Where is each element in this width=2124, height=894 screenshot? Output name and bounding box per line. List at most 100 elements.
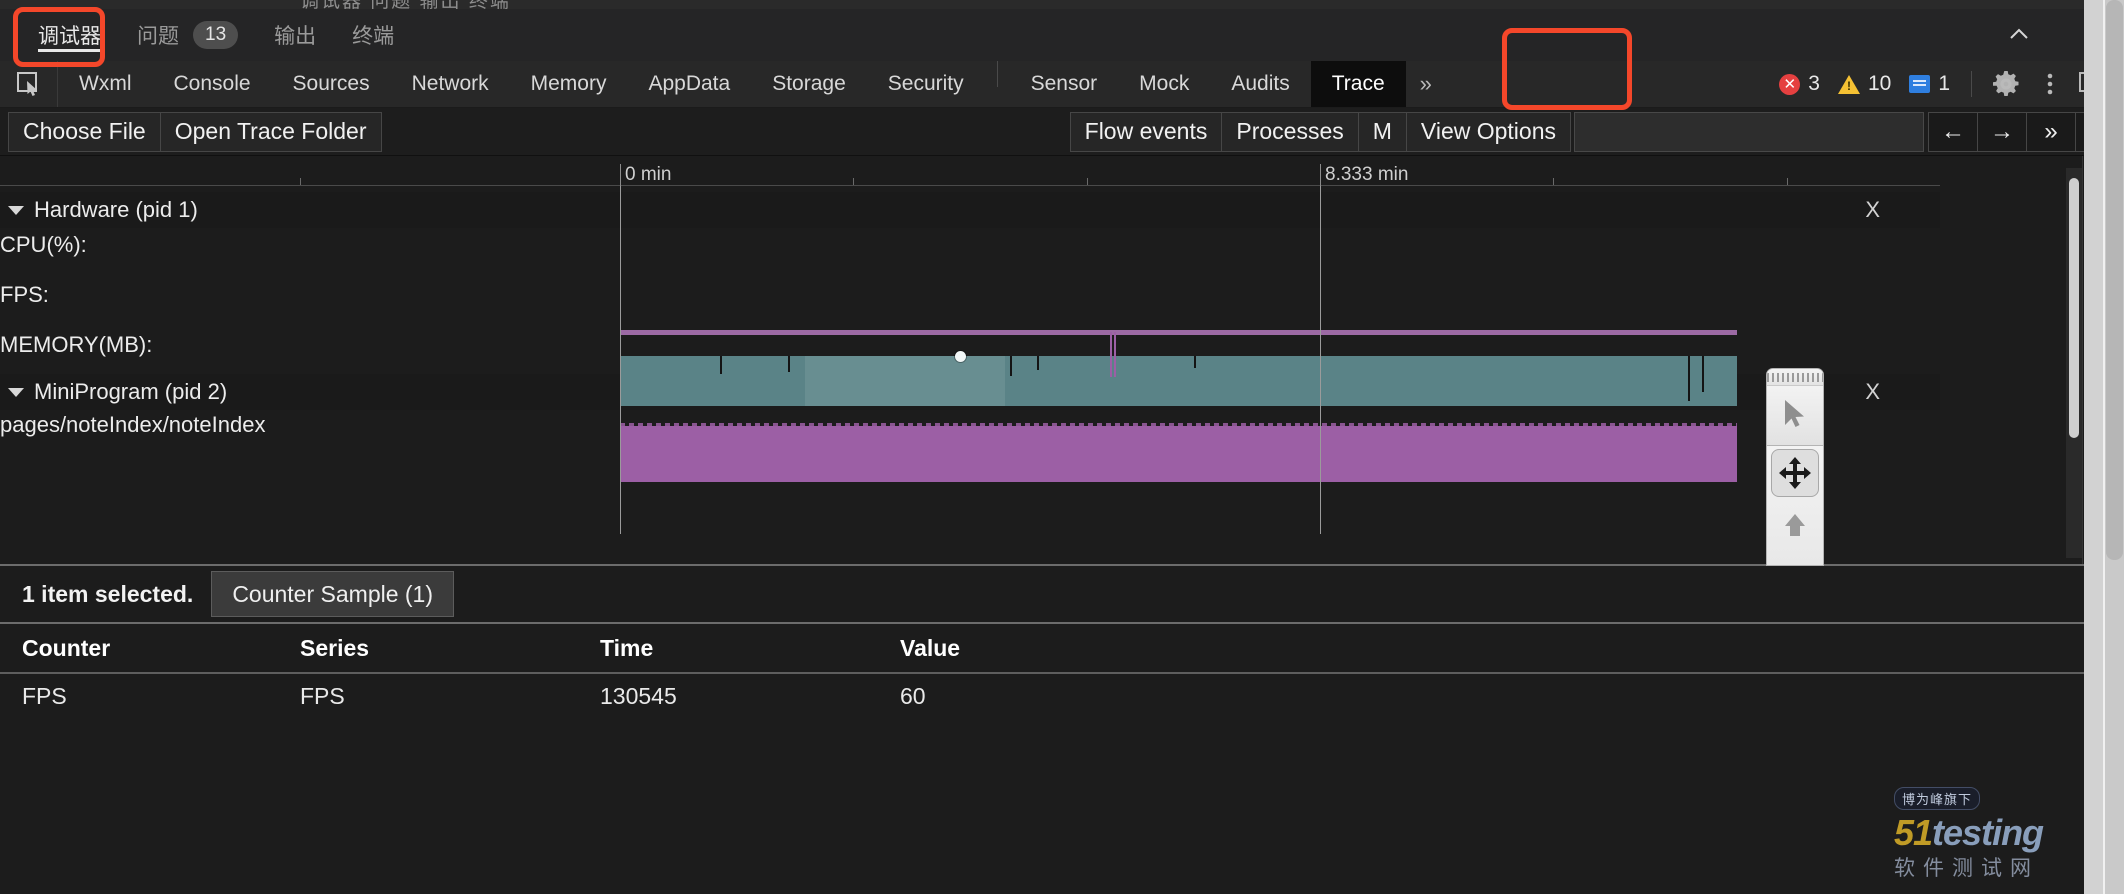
tab-security[interactable]: Security bbox=[867, 61, 985, 107]
fps-dropout-spike bbox=[1688, 356, 1690, 401]
trace-toolbar: Choose File Open Trace Folder Flow event… bbox=[0, 108, 2124, 156]
devtools-menu-button[interactable] bbox=[2028, 61, 2072, 108]
tool-palette-header[interactable] bbox=[1766, 368, 1824, 446]
tab-trace-label: Trace bbox=[1332, 72, 1385, 96]
details-header: 1 item selected. Counter Sample (1) bbox=[0, 566, 2084, 624]
inspect-element-button[interactable] bbox=[0, 61, 58, 107]
track-cpu-label: CPU(%): bbox=[0, 232, 87, 258]
tab-sources-label: Sources bbox=[293, 72, 370, 96]
tab-audits-label: Audits bbox=[1231, 72, 1289, 96]
fps-dropout-spike bbox=[1037, 356, 1039, 370]
warning-counter[interactable]: 10 bbox=[1829, 72, 1900, 96]
error-icon: ✕ bbox=[1779, 74, 1800, 95]
pan-tool-button[interactable] bbox=[1771, 449, 1819, 497]
status-divider bbox=[1971, 71, 1972, 97]
more-tabs-button[interactable]: » bbox=[1406, 61, 1446, 107]
zoom-tool-button[interactable] bbox=[1768, 497, 1822, 552]
scrollbar-track-outer[interactable] bbox=[2084, 0, 2103, 894]
column-header-counter: Counter bbox=[0, 635, 300, 662]
flow-events-button[interactable]: Flow events bbox=[1070, 112, 1223, 152]
tab-storage[interactable]: Storage bbox=[751, 61, 867, 107]
watermark-subtitle: 软件测试网 bbox=[1894, 852, 2076, 882]
tab-sensor[interactable]: Sensor bbox=[1010, 61, 1119, 107]
timeline-vertical-scrollbar[interactable] bbox=[2066, 168, 2082, 558]
ide-tab-output[interactable]: 输出 bbox=[256, 9, 334, 61]
search-next-button[interactable]: → bbox=[1977, 112, 2027, 152]
clipped-top-strip: 调试器 问题 输出 终端 bbox=[0, 0, 2124, 9]
tab-wxml[interactable]: Wxml bbox=[58, 61, 152, 107]
devtools-window: 调试器 问题 输出 终端 调试器 问题 13 输出 终端 bbox=[0, 0, 2124, 894]
search-prev-button[interactable]: ← bbox=[1928, 112, 1978, 152]
trace-search-input[interactable] bbox=[1574, 112, 1924, 152]
ide-tab-problems-badge: 13 bbox=[193, 21, 238, 49]
timeline-scroll-thumb[interactable] bbox=[2069, 178, 2079, 438]
tab-sources[interactable]: Sources bbox=[272, 61, 391, 107]
cpu-series-band bbox=[620, 330, 1737, 335]
column-header-time: Time bbox=[600, 635, 900, 662]
more-vertical-icon bbox=[2037, 71, 2063, 97]
tab-network-label: Network bbox=[412, 72, 489, 96]
track-group-hardware-title: Hardware (pid 1) bbox=[34, 197, 198, 223]
tabbar-divider bbox=[997, 61, 998, 87]
tab-mock[interactable]: Mock bbox=[1118, 61, 1210, 107]
tab-memory[interactable]: Memory bbox=[510, 61, 628, 107]
metrics-toggle-button[interactable]: M bbox=[1358, 112, 1407, 152]
trace-file-controls: Choose File Open Trace Folder bbox=[0, 112, 381, 152]
tab-console[interactable]: Console bbox=[152, 61, 271, 107]
fps-dropout-spike bbox=[720, 356, 722, 374]
tab-wxml-label: Wxml bbox=[79, 72, 131, 96]
tab-network[interactable]: Network bbox=[391, 61, 510, 107]
track-fps[interactable]: FPS: bbox=[0, 282, 1940, 308]
ide-tab-debugger[interactable]: 调试器 bbox=[20, 9, 119, 61]
move-arrows-icon bbox=[1777, 455, 1813, 491]
settings-button[interactable] bbox=[1984, 61, 2028, 108]
track-page-noteindex-label: pages/noteIndex/noteIndex bbox=[0, 412, 265, 438]
watermark-brand: 51testing bbox=[1894, 812, 2076, 854]
ruler-tick bbox=[1553, 178, 1554, 185]
tab-audits[interactable]: Audits bbox=[1210, 61, 1310, 107]
collapse-panel-button[interactable] bbox=[2004, 20, 2034, 50]
cell-counter: FPS bbox=[0, 683, 300, 710]
open-trace-folder-button[interactable]: Open Trace Folder bbox=[160, 112, 382, 152]
track-group-hardware-header[interactable]: Hardware (pid 1) bbox=[0, 197, 198, 223]
chevron-down-icon bbox=[8, 206, 24, 215]
tab-appdata[interactable]: AppData bbox=[627, 61, 751, 107]
tool-palette-drag-handle[interactable] bbox=[1767, 369, 1823, 386]
memory-series-band bbox=[620, 426, 1737, 482]
warning-icon bbox=[1838, 75, 1860, 94]
details-pane: 1 item selected. Counter Sample (1) Coun… bbox=[0, 564, 2084, 894]
chevron-up-icon bbox=[2006, 22, 2032, 48]
track-group-miniprogram-header[interactable]: MiniProgram (pid 2) bbox=[0, 379, 227, 405]
view-options-button[interactable]: View Options bbox=[1406, 112, 1571, 152]
track-cpu[interactable]: CPU(%): bbox=[0, 232, 1940, 258]
devtools-status-area: ✕ 3 10 1 bbox=[1770, 61, 2124, 107]
warning-count: 10 bbox=[1868, 72, 1891, 96]
details-table-header: Counter Series Time Value bbox=[0, 624, 2084, 674]
cell-series: FPS bbox=[300, 683, 600, 710]
fps-dropout-spike bbox=[1194, 356, 1196, 368]
error-counter[interactable]: ✕ 3 bbox=[1770, 72, 1829, 96]
track-group-hardware-close[interactable]: X bbox=[1865, 197, 1880, 223]
clipped-top-text: 调试器 问题 输出 终端 bbox=[300, 0, 511, 9]
details-tab-counter-sample[interactable]: Counter Sample (1) bbox=[211, 571, 454, 617]
cursor-arrow-icon bbox=[1779, 397, 1809, 431]
timeline-ruler[interactable]: 0 min 8.333 min bbox=[0, 164, 1940, 186]
tab-appdata-label: AppData bbox=[648, 72, 730, 96]
window-scrollbar[interactable] bbox=[2084, 0, 2124, 894]
info-counter[interactable]: 1 bbox=[1900, 72, 1959, 96]
up-arrow-icon bbox=[1780, 512, 1810, 538]
search-more-button[interactable]: » bbox=[2026, 112, 2076, 152]
track-group-hardware[interactable]: Hardware (pid 1) X bbox=[0, 192, 1940, 228]
ide-tab-terminal[interactable]: 终端 bbox=[334, 9, 412, 61]
processes-button[interactable]: Processes bbox=[1221, 112, 1358, 152]
scrollbar-thumb[interactable] bbox=[2106, 0, 2123, 560]
select-tool-button[interactable] bbox=[1767, 386, 1821, 441]
fps-dropout-spike bbox=[1702, 356, 1704, 392]
ide-tab-problems[interactable]: 问题 13 bbox=[119, 9, 256, 61]
table-row[interactable]: FPS FPS 130545 60 bbox=[0, 674, 2084, 718]
selected-sample-marker[interactable] bbox=[955, 351, 966, 362]
tab-trace[interactable]: Trace bbox=[1311, 61, 1406, 107]
tab-memory-label: Memory bbox=[531, 72, 607, 96]
choose-file-button[interactable]: Choose File bbox=[8, 112, 161, 152]
counter-graph-area[interactable] bbox=[620, 330, 1940, 510]
